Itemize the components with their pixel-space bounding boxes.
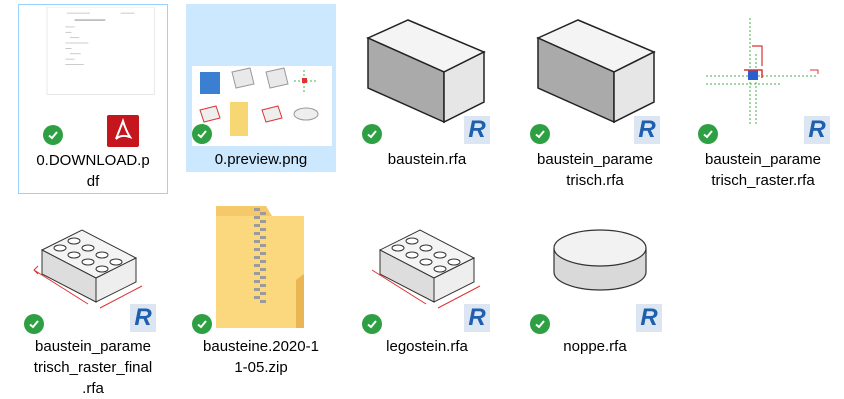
file-name: 0.DOWNLOAD.p df xyxy=(36,152,150,190)
file-item-0-download-pdf[interactable]: 0.DOWNLOAD.p df xyxy=(18,4,168,194)
sync-ok-icon xyxy=(24,314,44,334)
revit-block-thumbnail xyxy=(366,19,486,124)
file-name: 0.preview.png xyxy=(214,151,308,168)
revit-icon: R xyxy=(636,304,662,332)
file-name: baustein_parame trisch.rfa xyxy=(537,151,653,189)
revit-icon: R xyxy=(464,304,490,332)
file-item-0-preview-png[interactable]: 0.preview.png xyxy=(186,4,336,172)
file-name: baustein_parame trisch_raster.rfa xyxy=(705,151,821,189)
zip-folder-icon xyxy=(216,206,304,328)
sync-ok-icon xyxy=(530,314,550,334)
sync-ok-icon xyxy=(698,124,718,144)
revit-icon: R xyxy=(464,116,490,144)
image-thumbnail xyxy=(192,66,332,146)
file-name: noppe.rfa xyxy=(563,338,627,355)
file-item-baustein-rfa[interactable]: R baustein.rfa xyxy=(352,4,502,172)
pdf-icon xyxy=(107,115,139,147)
revit-icon: R xyxy=(130,304,156,332)
revit-block-thumbnail xyxy=(536,19,656,124)
file-item-noppe-rfa[interactable]: R noppe.rfa xyxy=(520,204,670,398)
sync-ok-icon xyxy=(192,314,212,334)
sync-ok-icon xyxy=(192,124,212,144)
lego-brick-thumbnail xyxy=(371,229,481,309)
revit-icon: R xyxy=(634,116,660,144)
file-name: baustein.rfa xyxy=(387,151,467,168)
file-name: bausteine.2020-1 1-05.zip xyxy=(203,338,319,376)
revit-icon: R xyxy=(804,116,830,144)
file-item-legostein-rfa[interactable]: R legostein.rfa xyxy=(352,204,502,398)
file-name: legostein.rfa xyxy=(386,338,468,355)
file-item-baustein-parametrisch-rfa[interactable]: R baustein_parame trisch.rfa xyxy=(520,4,670,194)
sync-ok-icon xyxy=(362,124,382,144)
lego-brick-thumbnail xyxy=(33,229,143,309)
revit-grid-thumbnail xyxy=(706,18,819,124)
sync-ok-icon xyxy=(362,314,382,334)
sync-ok-icon xyxy=(530,124,550,144)
file-item-baustein-parametrisch-raster-final-rfa[interactable]: R baustein_parame trisch_raster_final .rfa xyxy=(18,204,168,398)
file-item-bausteine-zip[interactable]: bausteine.2020-1 1-05.zip xyxy=(186,204,336,398)
pdf-document-thumbnail xyxy=(46,7,155,95)
sync-ok-icon xyxy=(43,125,63,145)
cylinder-thumbnail xyxy=(553,229,647,291)
file-item-baustein-parametrisch-raster-rfa[interactable]: R baustein_parame trisch_raster.rfa xyxy=(688,4,838,194)
file-name: baustein_parame trisch_raster_final .rfa xyxy=(33,338,153,397)
